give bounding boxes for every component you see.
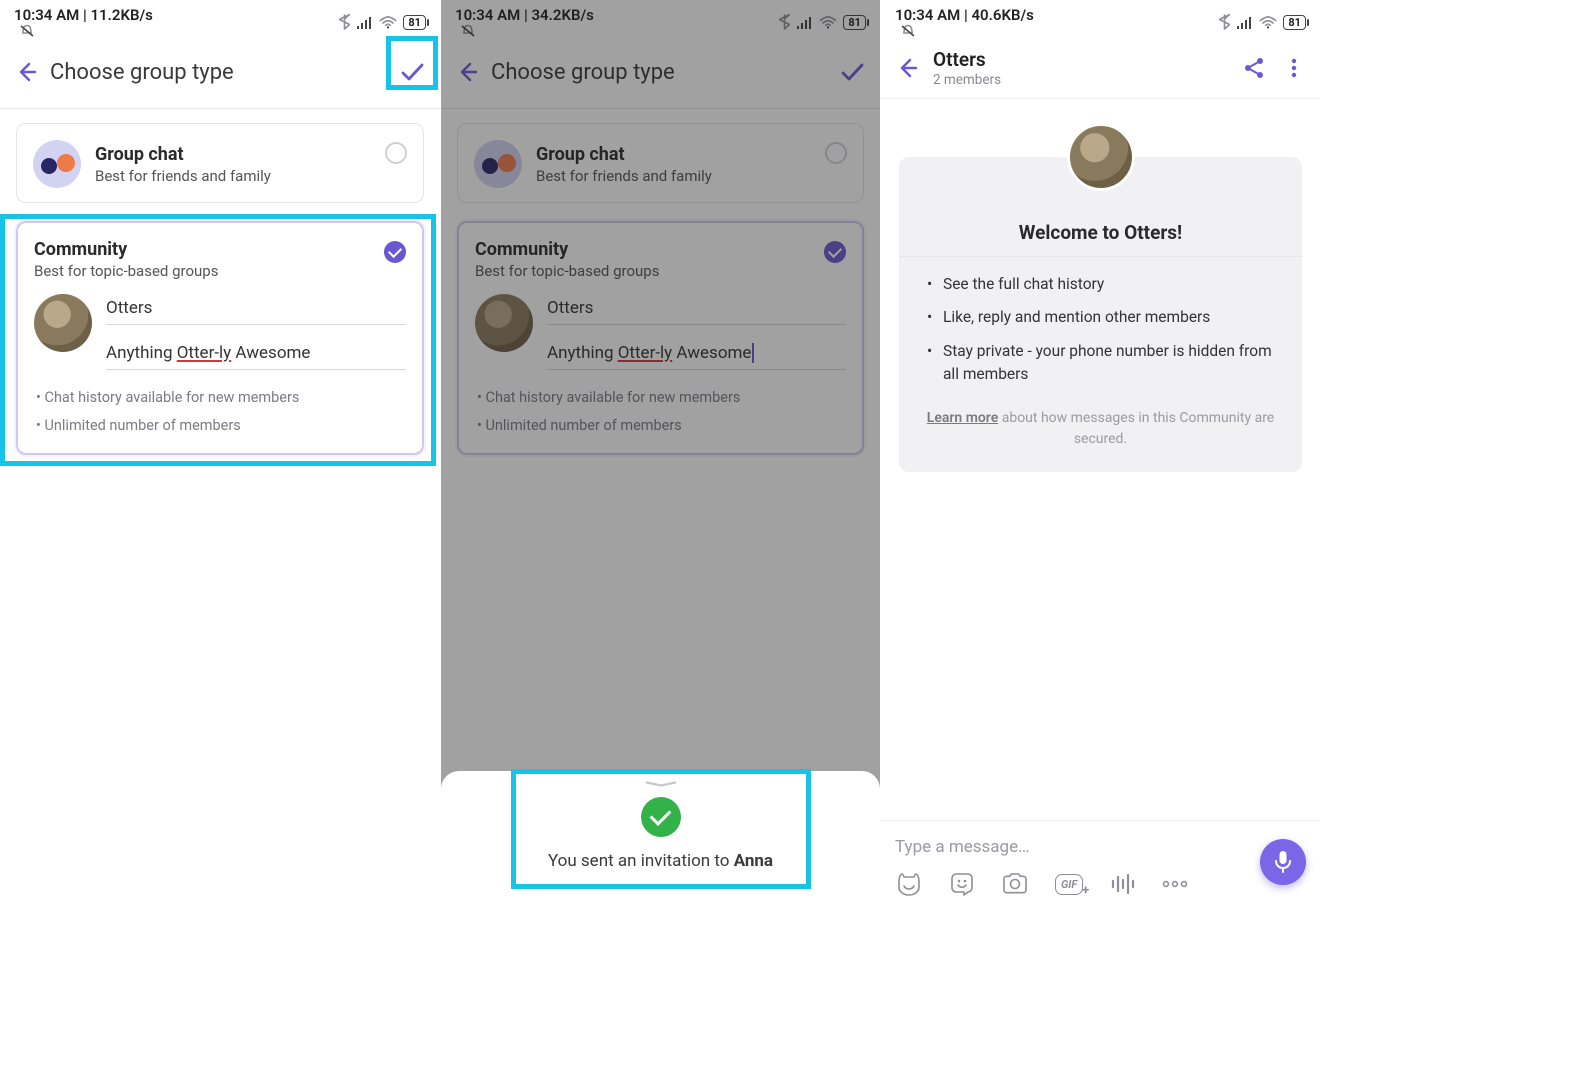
wifi-icon xyxy=(1259,16,1277,29)
battery-icon: 81 xyxy=(1283,15,1306,30)
message-input[interactable]: Type a message… xyxy=(891,827,1310,871)
more-vert-icon xyxy=(1284,57,1304,79)
radio-unselected-icon xyxy=(385,142,407,164)
modal-scrim[interactable] xyxy=(441,0,880,905)
back-button[interactable] xyxy=(887,48,927,88)
community-option[interactable]: Community Best for topic-based groups Ot… xyxy=(16,221,424,455)
group-chat-title: Group chat xyxy=(95,144,271,165)
community-features: • Chat history available for new members… xyxy=(34,384,406,439)
battery-icon: 81 xyxy=(403,15,426,30)
more-horiz-icon[interactable] xyxy=(1161,879,1189,889)
back-button[interactable] xyxy=(6,52,46,92)
audio-bars-icon[interactable] xyxy=(1109,872,1135,896)
chat-app-bar: Otters 2 members xyxy=(881,40,1320,99)
sticker-cat-icon[interactable] xyxy=(895,872,923,896)
wifi-icon xyxy=(379,16,397,29)
confirm-button[interactable] xyxy=(390,50,434,94)
signal-icon xyxy=(356,16,373,29)
welcome-footer: Learn more about how messages in this Co… xyxy=(921,408,1280,450)
message-composer: Type a message… GIF+ xyxy=(881,820,1320,905)
gif-icon[interactable]: GIF+ xyxy=(1055,874,1083,895)
group-chat-subtitle: Best for friends and family xyxy=(95,167,271,185)
mic-icon xyxy=(1273,849,1293,875)
community-desc-input[interactable]: Anything Otter-ly Awesome xyxy=(106,339,406,370)
sheet-handle-icon[interactable] xyxy=(640,781,682,787)
share-icon xyxy=(1243,57,1265,79)
welcome-avatar xyxy=(1067,123,1135,191)
welcome-list: See the full chat history Like, reply an… xyxy=(921,273,1280,386)
chat-title-area[interactable]: Otters 2 members xyxy=(927,48,1234,88)
status-bar: 10:34 AM | 40.6KB/s 81 xyxy=(881,0,1320,40)
welcome-card: Welcome to Otters! See the full chat his… xyxy=(899,157,1302,472)
status-net: 11.2KB/s xyxy=(90,6,152,24)
voice-message-button[interactable] xyxy=(1260,839,1306,885)
welcome-item: Stay private - your phone number is hidd… xyxy=(927,340,1274,387)
group-chat-illustration xyxy=(33,140,81,188)
panel-3: 10:34 AM | 40.6KB/s 81 Otters 2 members xyxy=(880,0,1320,905)
bluetooth-icon xyxy=(1219,14,1230,30)
status-time: 10:34 AM xyxy=(14,6,79,24)
app-bar: Choose group type xyxy=(0,40,440,109)
welcome-item: Like, reply and mention other members xyxy=(927,306,1274,329)
success-check-icon xyxy=(641,797,681,837)
share-button[interactable] xyxy=(1234,48,1274,88)
camera-icon[interactable] xyxy=(1001,872,1029,896)
learn-more-link[interactable]: Learn more xyxy=(927,410,998,426)
status-time: 10:34 AM xyxy=(895,6,960,24)
check-icon xyxy=(398,58,426,86)
welcome-item: See the full chat history xyxy=(927,273,1274,296)
community-avatar[interactable] xyxy=(34,294,92,352)
more-button[interactable] xyxy=(1274,48,1314,88)
page-title: Choose group type xyxy=(46,60,390,85)
community-subtitle: Best for topic-based groups xyxy=(34,262,406,280)
panel-2: 10:34 AM | 34.2KB/s 81 Choose group type xyxy=(440,0,880,905)
chat-name: Otters xyxy=(933,48,1234,71)
dnd-icon xyxy=(899,24,917,38)
bluetooth-icon xyxy=(339,14,350,30)
panel-1: 10:34 AM | 11.2KB/s 81 Choose group type xyxy=(0,0,440,905)
toast-message: You sent an invitation to Anna xyxy=(441,851,880,871)
community-name-input[interactable]: Otters xyxy=(106,294,406,325)
status-net: 40.6KB/s xyxy=(971,6,1033,24)
status-bar: 10:34 AM | 11.2KB/s 81 xyxy=(0,0,440,40)
radio-selected-icon xyxy=(384,241,406,263)
chat-members: 2 members xyxy=(933,72,1234,88)
dnd-icon xyxy=(18,24,36,38)
sticker-smile-icon[interactable] xyxy=(949,871,975,897)
community-title: Community xyxy=(34,239,406,260)
group-chat-option[interactable]: Group chat Best for friends and family xyxy=(16,123,424,203)
welcome-title: Welcome to Otters! xyxy=(921,221,1280,244)
invitation-toast: You sent an invitation to Anna xyxy=(441,771,880,905)
signal-icon xyxy=(1236,16,1253,29)
